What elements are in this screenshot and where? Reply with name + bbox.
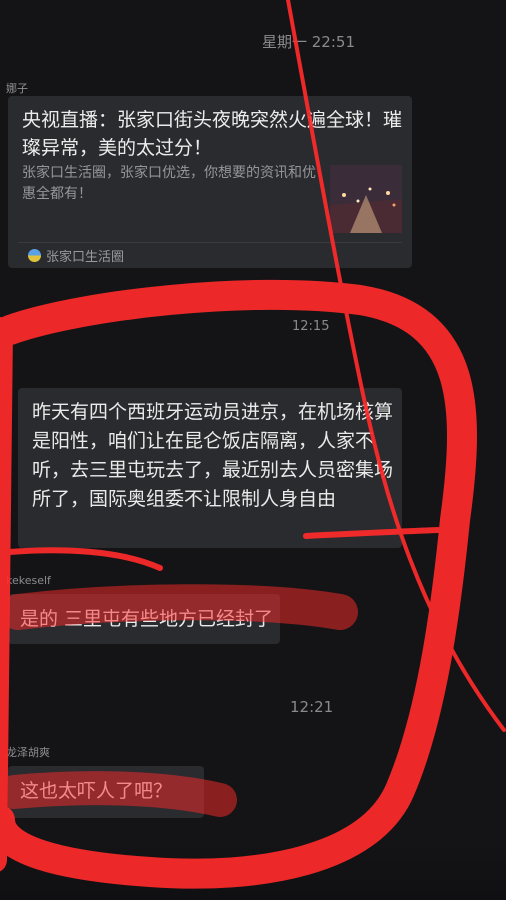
card-thumbnail [330,165,402,233]
sender-name: 娜子 [6,82,28,95]
card-description: 张家口生活圈，张家口优选，你想要的资讯和优惠全都有！ [22,165,316,202]
link-card[interactable]: 央视直播：张家口街头夜晚突然火遍全球！璀璨异常，美的太过分！ 张家口生活圈，张家… [8,96,412,268]
message-bubble[interactable]: 昨天有四个西班牙运动员进京，在机场核算是阳性，咱们让在昆仑饭店隔离，人家不听，去… [18,388,402,548]
card-title: 央视直播：张家口街头夜晚突然火遍全球！璀璨异常，美的太过分！ [22,109,403,159]
timestamp-mid1: 12:15 [292,319,330,334]
card-divider [18,242,402,243]
card-source-label: 张家口生活圈 [46,250,125,265]
bottom-fade [0,840,506,900]
timestamp-top: 星期一 22:51 [262,33,355,51]
annotation-underline [7,547,163,571]
message-text: 这也太吓人了吧？ [20,780,173,802]
message-text: 昨天有四个西班牙运动员进京，在机场核算是阳性，咱们让在昆仑饭店隔离，人家不听，去… [32,401,394,510]
card-source: 张家口生活圈 [28,246,124,265]
timestamp-mid2: 12:21 [290,698,334,716]
sender-name: kekeself [6,574,51,587]
message-bubble[interactable]: 这也太吓人了吧？ [8,766,204,818]
sender-name: 龙泽胡爽 [6,746,50,759]
message-bubble[interactable]: 是的 三里屯有些地方已经封了 [8,594,280,644]
message-text: 是的 三里屯有些地方已经封了 [20,608,274,630]
source-app-icon [28,249,41,262]
